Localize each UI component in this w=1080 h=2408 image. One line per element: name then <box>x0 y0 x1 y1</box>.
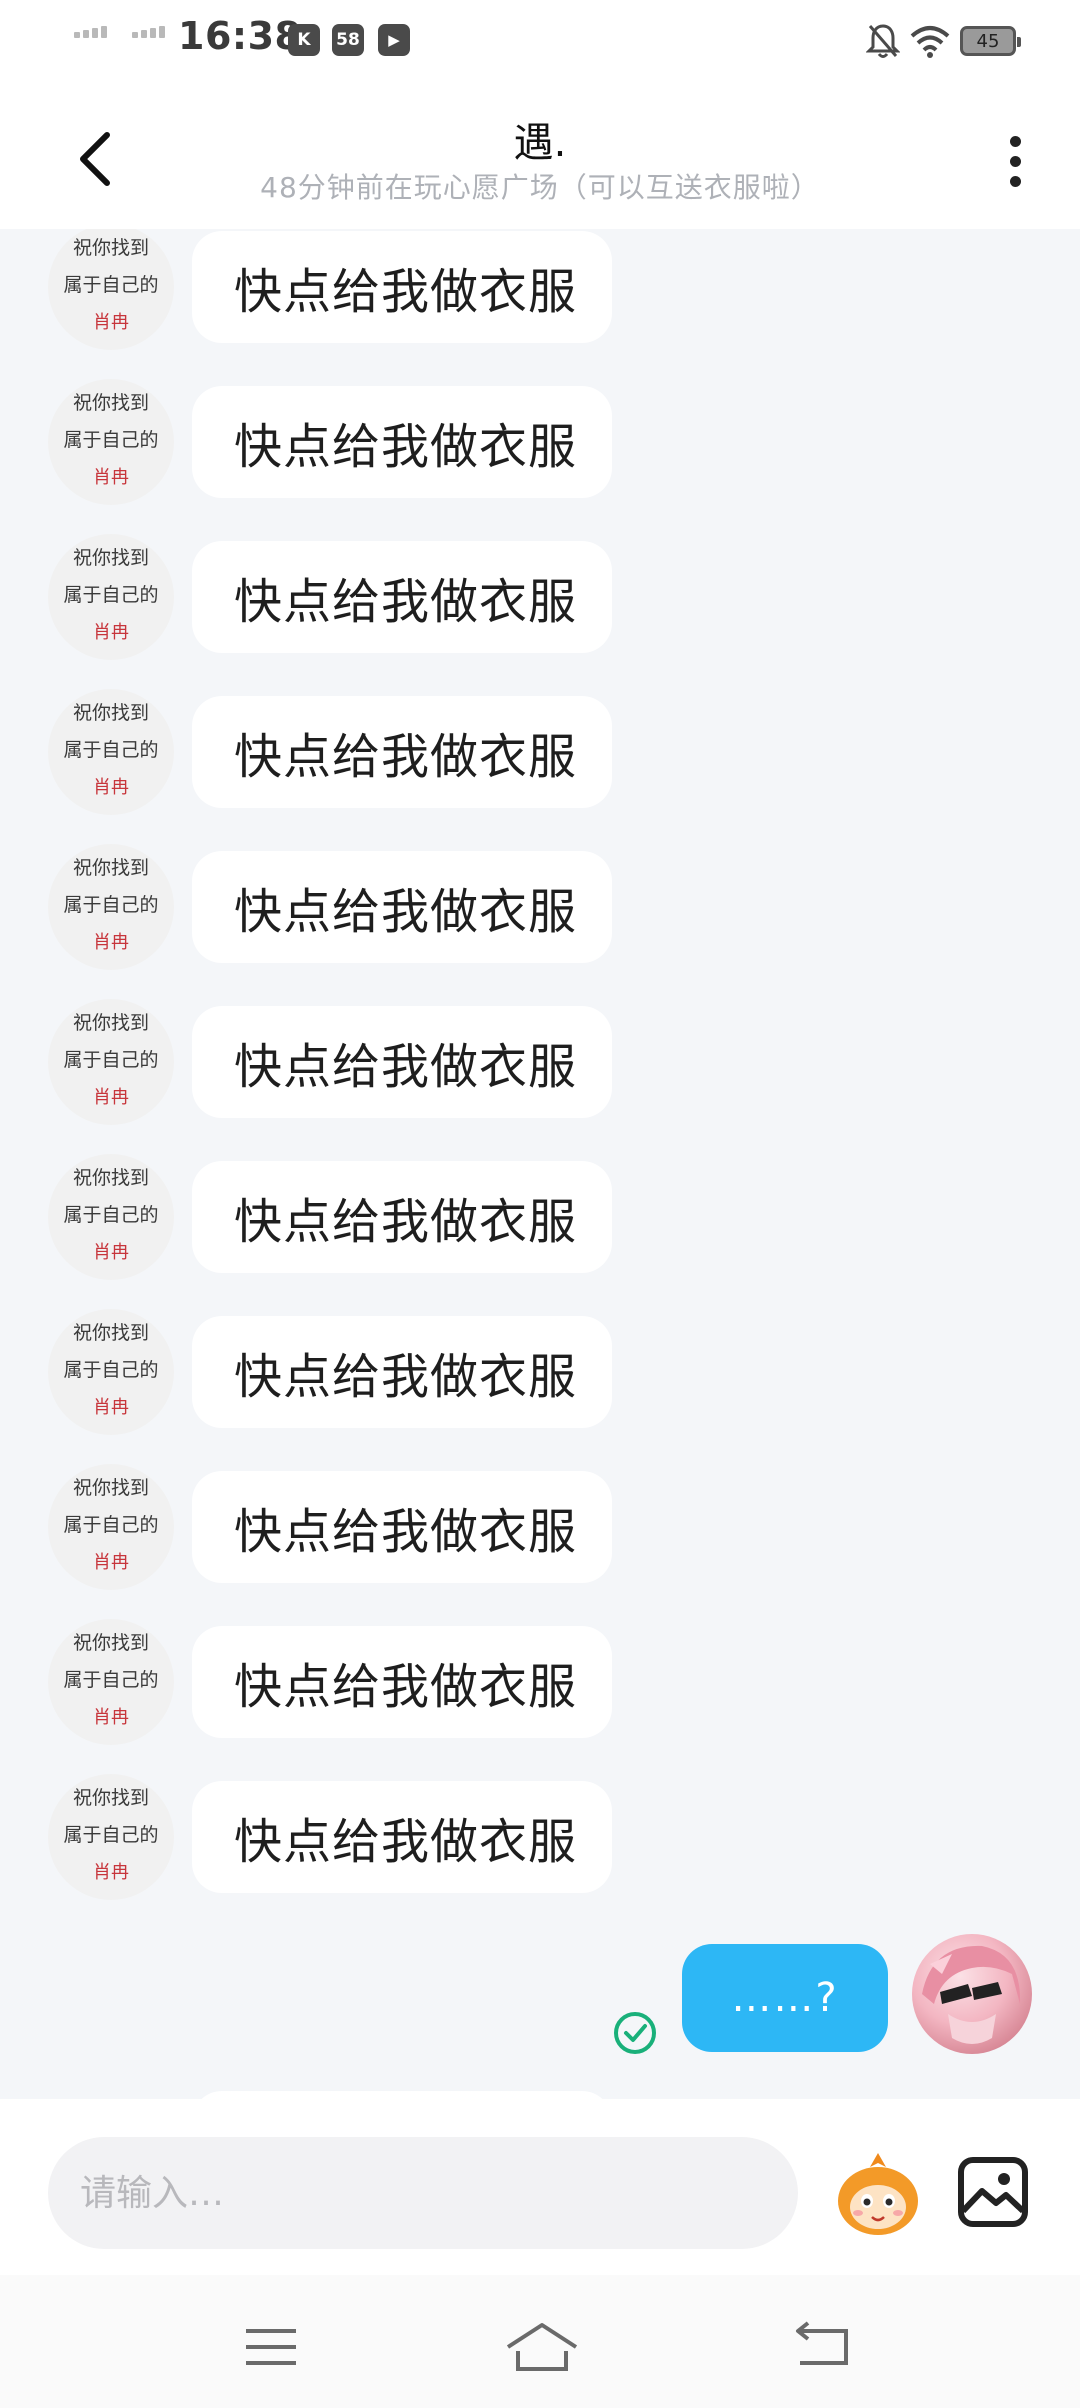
avatar-text-signature: 肖冉 <box>93 932 129 953</box>
avatar-text-line: 属于自己的 <box>63 1204 159 1226</box>
avatar-text-line: 祝你找到 <box>72 1167 149 1189</box>
dot-icon <box>1009 135 1021 147</box>
contact-avatar[interactable]: 祝你找到属于自己的肖冉 <box>48 1464 174 1590</box>
contact-avatar[interactable]: 祝你找到属于自己的肖冉 <box>48 379 174 505</box>
avatar-text-line: 属于自己的 <box>63 274 159 296</box>
message-bubble[interactable]: 快点给我做衣服 <box>192 1316 612 1428</box>
mascot-emoji-button[interactable] <box>832 2149 924 2241</box>
avatar-text-line: 祝你找到 <box>72 1477 149 1499</box>
partial-message-bubble <box>192 2091 612 2099</box>
avatar-text-line: 属于自己的 <box>63 1514 159 1536</box>
my-avatar[interactable] <box>912 1934 1032 2054</box>
avatar-text-line: 祝你找到 <box>72 1012 149 1034</box>
incoming-message: 祝你找到 属于自己的 肖冉 快点给我做衣服 <box>0 1304 1080 1444</box>
incoming-message: 祝你找到 属于自己的 肖冉 快点给我做衣服 <box>0 684 1080 824</box>
k-app-icon: K <box>288 24 320 56</box>
contact-name: 遇. <box>513 120 567 166</box>
incoming-message: 祝你找到 属于自己的 肖冉 快点给我做衣服 <box>0 1769 1080 1909</box>
avatar-text-signature: 肖冉 <box>93 1862 129 1883</box>
incoming-message: 祝你找到 属于自己的 肖冉 快点给我做衣服 <box>0 529 1080 669</box>
mute-bell-icon <box>866 24 900 58</box>
avatar-text-signature: 肖冉 <box>93 1087 129 1108</box>
message-bubble[interactable]: 快点给我做衣服 <box>192 1471 612 1583</box>
avatar-text-signature: 肖冉 <box>93 1397 129 1418</box>
avatar-text-line: 祝你找到 <box>72 1322 149 1344</box>
avatar-text-signature: 肖冉 <box>93 312 129 333</box>
outgoing-bubble[interactable]: ……? <box>682 1944 888 2052</box>
avatar-text-line: 属于自己的 <box>63 739 159 761</box>
avatar-text-line: 祝你找到 <box>72 1787 149 1809</box>
message-list[interactable]: 祝你找到 属于自己的 肖冉 快点给我做衣服 祝你找到 属于自己的 肖冉 快点给我做衣服 祝你找到… <box>0 229 1080 2099</box>
message-bubble[interactable]: 快点给我做衣服 <box>192 386 612 498</box>
contact-avatar[interactable]: 祝你找到属于自己的肖冉 <box>48 1774 174 1900</box>
battery-icon: 45 <box>960 26 1021 56</box>
clock: 16:38 <box>178 14 302 58</box>
chat-header: 遇. 48分钟前在玩心愿广场（可以互送衣服啦） <box>0 84 1080 229</box>
incoming-message: 祝你找到 属于自己的 肖冉 快点给我做衣服 <box>0 374 1080 514</box>
contact-avatar[interactable]: 祝你找到属于自己的肖冉 <box>48 1619 174 1745</box>
more-options-button[interactable] <box>990 126 1040 196</box>
avatar-text-line: 属于自己的 <box>63 1824 159 1846</box>
read-check-icon <box>614 2012 656 2054</box>
avatar-text-signature: 肖冉 <box>93 1707 129 1728</box>
contact-avatar[interactable]: 祝你找到属于自己的肖冉 <box>48 534 174 660</box>
contact-status: 48分钟前在玩心愿广场（可以互送衣服啦） <box>260 171 820 204</box>
message-bubble[interactable]: 快点给我做衣服 <box>192 1781 612 1893</box>
message-bubble[interactable]: 快点给我做衣服 <box>192 541 612 653</box>
message-bubble[interactable]: 快点给我做衣服 <box>192 1161 612 1273</box>
incoming-message: 祝你找到 属于自己的 肖冉 快点给我做衣服 <box>0 839 1080 979</box>
image-picker-icon[interactable] <box>956 2155 1030 2229</box>
avatar-text-signature: 肖冉 <box>93 622 129 643</box>
avatar-text-line: 祝你找到 <box>72 1632 149 1654</box>
avatar-text-line: 属于自己的 <box>63 584 159 606</box>
avatar-text-line: 属于自己的 <box>63 1669 159 1691</box>
back-nav-icon[interactable] <box>788 2317 858 2377</box>
incoming-message: 祝你找到 属于自己的 肖冉 快点给我做衣服 <box>0 1459 1080 1599</box>
dot-icon <box>1009 175 1021 187</box>
message-input[interactable] <box>78 2171 798 2215</box>
wifi-icon <box>910 26 950 58</box>
avatar-text-line: 属于自己的 <box>63 894 159 916</box>
avatar-illustration <box>922 1945 1021 2044</box>
avatar-text-signature: 肖冉 <box>93 1552 129 1573</box>
contact-avatar[interactable]: 祝你找到属于自己的肖冉 <box>48 689 174 815</box>
contact-avatar[interactable]: 祝你找到属于自己的肖冉 <box>48 229 174 350</box>
avatar-text-line: 属于自己的 <box>63 429 159 451</box>
contact-avatar[interactable]: 祝你找到属于自己的肖冉 <box>48 1154 174 1280</box>
avatar-text-line: 属于自己的 <box>63 1359 159 1381</box>
avatar-text-line: 属于自己的 <box>63 1049 159 1071</box>
incoming-message: 祝你找到 属于自己的 肖冉 快点给我做衣服 <box>0 1614 1080 1754</box>
outgoing-message: ……? <box>0 1934 1080 2074</box>
avatar-text-signature: 肖冉 <box>93 777 129 798</box>
incoming-message: 祝你找到 属于自己的 肖冉 快点给我做衣服 <box>0 1149 1080 1289</box>
avatar-text-signature: 肖冉 <box>93 467 129 488</box>
message-bubble[interactable]: 快点给我做衣服 <box>192 851 612 963</box>
avatar-text-signature: 肖冉 <box>93 1242 129 1263</box>
contact-avatar[interactable]: 祝你找到属于自己的肖冉 <box>48 1309 174 1435</box>
input-bar <box>0 2099 1080 2275</box>
message-bubble[interactable]: 快点给我做衣服 <box>192 696 612 808</box>
incoming-message: 祝你找到 属于自己的 肖冉 快点给我做衣服 <box>0 229 1080 359</box>
message-bubble[interactable]: 快点给我做衣服 <box>192 1006 612 1118</box>
avatar-text-line: 祝你找到 <box>72 237 149 259</box>
message-input-container[interactable] <box>48 2137 798 2249</box>
dot-icon <box>1009 155 1021 167</box>
system-nav-bar <box>0 2275 1080 2408</box>
avatar-text-line: 祝你找到 <box>72 547 149 569</box>
status-bar: 16:38 K 58 ▶ 45 <box>0 0 1080 84</box>
contact-avatar[interactable]: 祝你找到属于自己的肖冉 <box>48 999 174 1125</box>
menu-icon[interactable] <box>236 2317 306 2377</box>
contact-avatar[interactable]: 祝你找到属于自己的肖冉 <box>48 844 174 970</box>
incoming-message: 祝你找到 属于自己的 肖冉 快点给我做衣服 <box>0 994 1080 1134</box>
message-bubble[interactable]: 快点给我做衣服 <box>192 1626 612 1738</box>
video-app-icon: ▶ <box>378 24 410 56</box>
58-app-icon: 58 <box>332 24 364 56</box>
avatar-text-line: 祝你找到 <box>72 392 149 414</box>
message-bubble[interactable]: 快点给我做衣服 <box>192 231 612 343</box>
home-icon[interactable] <box>502 2317 582 2377</box>
avatar-text-line: 祝你找到 <box>72 702 149 724</box>
avatar-text-line: 祝你找到 <box>72 857 149 879</box>
